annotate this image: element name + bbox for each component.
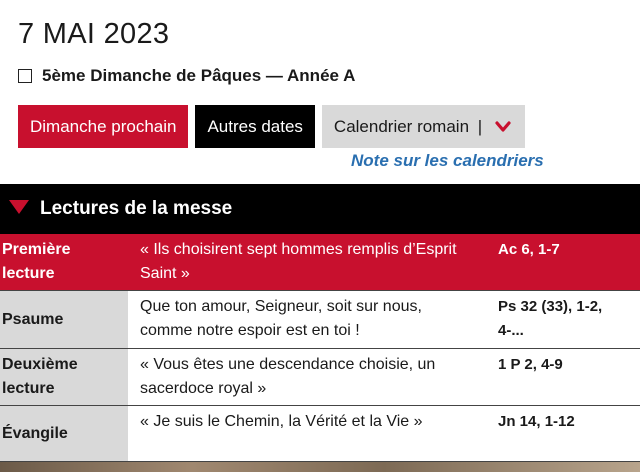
readings-section-header[interactable]: Lectures de la messe [0,184,640,234]
calendar-separator: | [477,117,483,136]
calendar-note-link[interactable]: Note sur les calendriers [351,151,544,171]
next-sunday-button[interactable]: Dimanche prochain [18,105,189,148]
feast-label: 5ème Dimanche de Pâques — Année A [42,66,356,85]
other-dates-button[interactable]: Autres dates [195,105,315,148]
background-image-strip [0,462,640,472]
reading-label: Psaume [0,290,128,349]
reading-reference: Ac 6, 1-7 [484,234,640,291]
section-title: Lectures de la messe [40,198,233,219]
reading-text[interactable]: « Ils choisirent sept hommes remplis d’E… [128,234,484,291]
reading-row-psalm[interactable]: Psaume Que ton amour, Seigneur, soit sur… [0,290,640,349]
chevron-down-icon [495,106,511,149]
calendar-dropdown-label: Calendrier romain [333,117,470,136]
reading-text[interactable]: « Je suis le Chemin, la Vérité et la Vie… [128,406,484,462]
calendar-dropdown-button[interactable]: Calendrier romain | [321,105,525,149]
reading-label: Évangile [0,405,128,462]
reading-row-first[interactable]: Première lecture « Ils choisirent sept h… [0,234,640,291]
reading-row-gospel[interactable]: Évangile « Je suis le Chemin, la Vérité … [0,405,640,462]
readings-table: Première lecture « Ils choisirent sept h… [0,234,640,462]
reading-reference: Ps 32 (33), 1-2, 4-... [498,298,603,339]
reading-row-second[interactable]: Deuxième lecture « Vous êtes une descend… [0,348,640,406]
reading-label: Première lecture [0,234,128,291]
reading-reference: 1 P 2, 4-9 [498,356,563,373]
triangle-down-icon [8,199,30,220]
reading-text[interactable]: « Vous êtes une descendance choisie, un … [128,349,484,406]
checkbox-icon[interactable] [18,69,32,83]
feast-title: 5ème Dimanche de Pâques — Année A [18,66,355,86]
reading-reference: Jn 14, 1-12 [498,413,575,430]
reading-label: Deuxième lecture [0,348,128,406]
page-date: 7 MAI 2023 [18,18,170,50]
reading-text[interactable]: Que ton amour, Seigneur, soit sur nous, … [128,291,484,349]
date-navigation: Dimanche prochain Autres dates Calendrie… [18,105,532,148]
